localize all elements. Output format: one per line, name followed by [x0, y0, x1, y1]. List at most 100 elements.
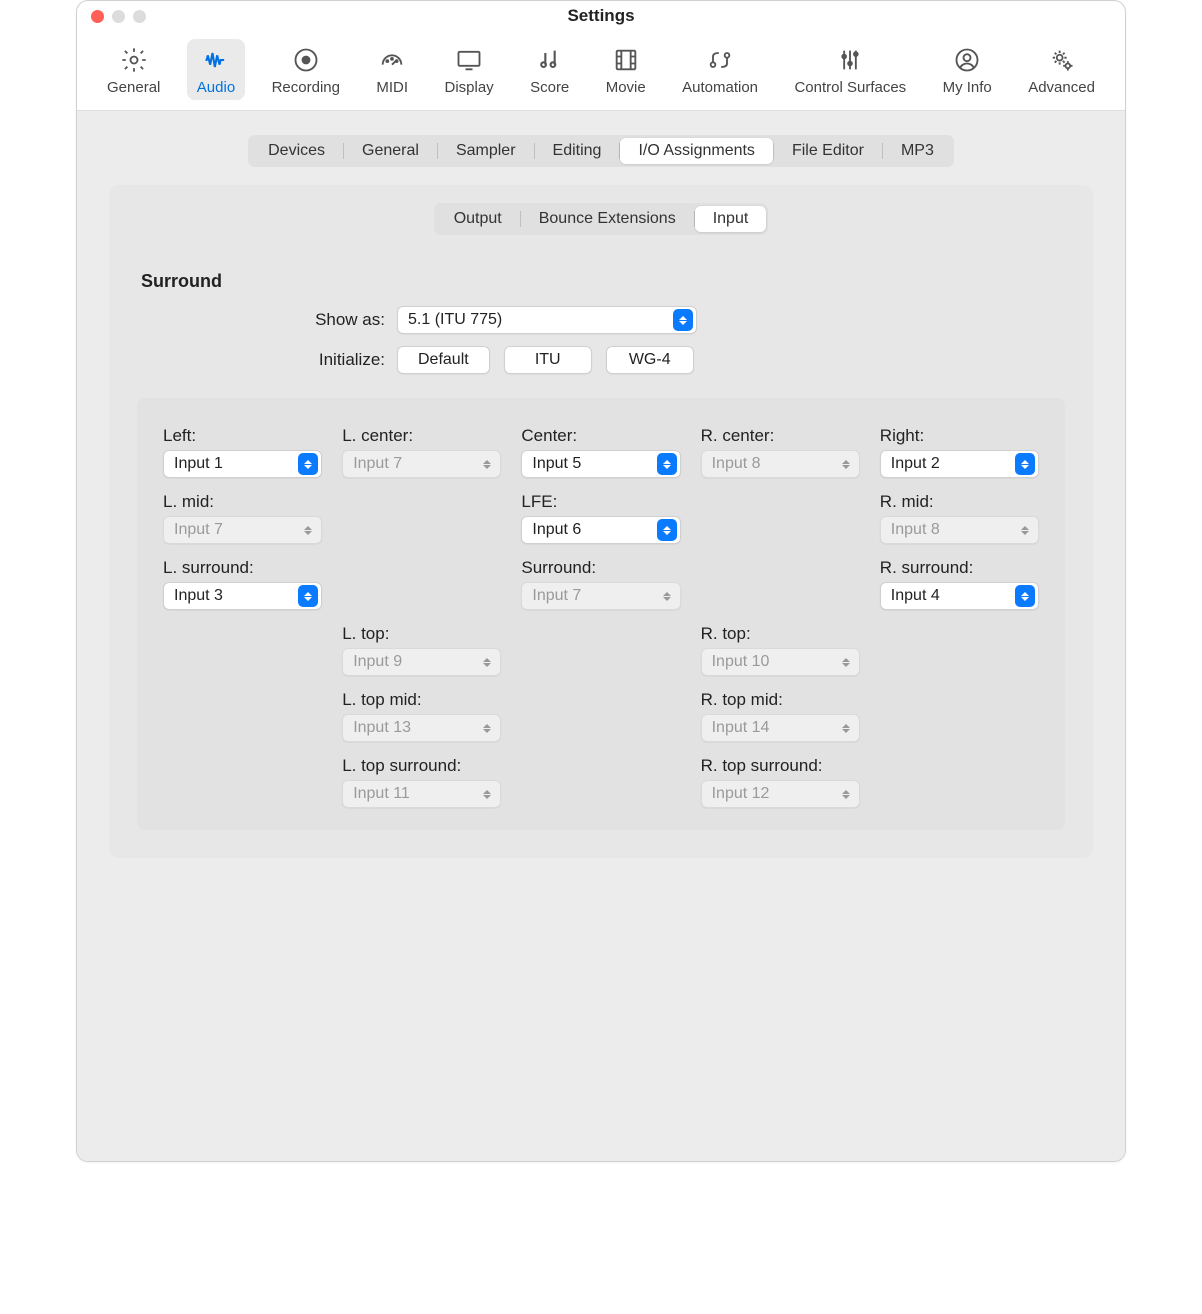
subtab-bounce-extensions[interactable]: Bounce Extensions: [521, 206, 694, 232]
channel-cell: L. top mid:Input 13: [342, 684, 501, 742]
channel-label-surround: Surround:: [521, 558, 680, 578]
tab-devices[interactable]: Devices: [250, 138, 343, 164]
channel-cell: LFE:Input 6: [521, 486, 680, 544]
channel-select-l-mid: Input 7: [163, 516, 322, 544]
titlebar: Settings: [77, 1, 1125, 31]
updown-icon: [298, 585, 318, 607]
channel-value: Input 12: [712, 785, 770, 803]
toolbar-item-label: Control Surfaces: [794, 79, 906, 96]
io-assignments-panel: OutputBounce ExtensionsInput Surround Sh…: [109, 185, 1093, 858]
updown-icon: [657, 519, 677, 541]
channel-label-r-surround: R. surround:: [880, 558, 1039, 578]
settings-window: Settings General Audio Recording MIDI Displa…: [76, 0, 1126, 1162]
channel-cell: R. top surround:Input 12: [701, 750, 860, 808]
channel-cell: R. surround: Input 4: [880, 552, 1039, 610]
toolbar-item-control-surfaces[interactable]: Control Surfaces: [784, 39, 916, 100]
channel-cell: L. top surround:Input 11: [342, 750, 501, 808]
updown-icon: [836, 651, 856, 673]
initialize-itu-button[interactable]: ITU: [504, 346, 592, 374]
toolbar-item-advanced[interactable]: Advanced: [1018, 39, 1105, 100]
automation-icon: [705, 45, 735, 75]
channel-cell: Right:Input 2: [880, 420, 1039, 478]
subtab-input[interactable]: Input: [695, 206, 767, 232]
initialize-default-button[interactable]: Default: [397, 346, 490, 374]
channel-label-r-mid: R. mid:: [880, 492, 1039, 512]
show-as-row: Show as: 5.1 (ITU 775): [137, 306, 1065, 334]
channel-select-r-mid: Input 8: [880, 516, 1039, 544]
channel-select-center[interactable]: Input 5: [521, 450, 680, 478]
updown-icon: [477, 453, 497, 475]
initialize-wg-4-button[interactable]: WG-4: [606, 346, 694, 374]
toolbar-item-label: MIDI: [376, 79, 408, 96]
toolbar-item-display[interactable]: Display: [434, 39, 503, 100]
updown-icon: [298, 519, 318, 541]
channel-cell: L. mid:Input 7: [163, 486, 322, 544]
updown-icon: [298, 453, 318, 475]
show-as-value: 5.1 (ITU 775): [408, 311, 502, 329]
recording-icon: [291, 45, 321, 75]
channel-cell: L. center: Input 7: [342, 420, 501, 478]
subtab-output[interactable]: Output: [436, 206, 520, 232]
movie-icon: [611, 45, 641, 75]
channel-select-r-top: Input 10: [701, 648, 860, 676]
channel-cell: R. top mid:Input 14: [701, 684, 860, 742]
channel-value: Input 1: [174, 455, 223, 473]
channel-select-r-surround[interactable]: Input 4: [880, 582, 1039, 610]
channel-select-l-surround[interactable]: Input 3: [163, 582, 322, 610]
channel-label-r-top: R. top:: [701, 624, 860, 644]
channel-select-l-center: Input 7: [342, 450, 501, 478]
general-icon: [119, 45, 149, 75]
toolbar-item-movie[interactable]: Movie: [596, 39, 656, 100]
channel-select-r-top-surround: Input 12: [701, 780, 860, 808]
channel-value: Input 14: [712, 719, 770, 737]
channel-value: Input 4: [891, 587, 940, 605]
channel-label-l-center: L. center:: [342, 426, 501, 446]
initialize-label: Initialize:: [137, 350, 397, 370]
channel-assignments-panel: Left:Input 1L. center:Input 7Center:Inpu…: [137, 398, 1065, 830]
tab-general[interactable]: General: [344, 138, 437, 164]
settings-body: DevicesGeneralSamplerEditingI/O Assignme…: [77, 111, 1125, 1161]
channel-value: Input 5: [532, 455, 581, 473]
channel-select-lfe[interactable]: Input 6: [521, 516, 680, 544]
toolbar-item-label: Automation: [682, 79, 758, 96]
toolbar-item-midi[interactable]: MIDI: [366, 39, 418, 100]
zoom-window-button[interactable]: [133, 10, 146, 23]
toolbar-item-label: Movie: [606, 79, 646, 96]
midi-icon: [377, 45, 407, 75]
updown-icon: [477, 783, 497, 805]
channel-select-l-top-mid: Input 13: [342, 714, 501, 742]
channel-cell: R. top: Input 10: [701, 618, 860, 676]
channel-select-right[interactable]: Input 2: [880, 450, 1039, 478]
tab-sampler[interactable]: Sampler: [438, 138, 534, 164]
channel-cell: L. surround:Input 3: [163, 552, 322, 610]
toolbar-item-my-info[interactable]: My Info: [933, 39, 1002, 100]
toolbar-item-label: My Info: [943, 79, 992, 96]
updown-icon: [1015, 585, 1035, 607]
score-icon: [535, 45, 565, 75]
section-title-surround: Surround: [141, 271, 1065, 292]
display-icon: [454, 45, 484, 75]
toolbar-item-automation[interactable]: Automation: [672, 39, 768, 100]
advanced-icon: [1047, 45, 1077, 75]
toolbar: General Audio Recording MIDI Display Score Mov…: [77, 31, 1125, 111]
close-window-button[interactable]: [91, 10, 104, 23]
tab-file-editor[interactable]: File Editor: [774, 138, 882, 164]
toolbar-item-general[interactable]: General: [97, 39, 170, 100]
tab-editing[interactable]: Editing: [535, 138, 620, 164]
tab-i-o-assignments[interactable]: I/O Assignments: [620, 138, 773, 164]
toolbar-item-label: Audio: [197, 79, 235, 96]
channel-value: Input 9: [353, 653, 402, 671]
toolbar-item-recording[interactable]: Recording: [262, 39, 350, 100]
show-as-label: Show as:: [137, 310, 397, 330]
traffic-lights: [91, 10, 146, 23]
minimize-window-button[interactable]: [112, 10, 125, 23]
updown-icon: [477, 717, 497, 739]
channel-select-left[interactable]: Input 1: [163, 450, 322, 478]
toolbar-item-score[interactable]: Score: [520, 39, 579, 100]
channel-value: Input 7: [174, 521, 223, 539]
updown-icon: [657, 585, 677, 607]
channel-label-r-center: R. center:: [701, 426, 860, 446]
toolbar-item-audio[interactable]: Audio: [187, 39, 245, 100]
tab-mp3[interactable]: MP3: [883, 138, 952, 164]
show-as-select[interactable]: 5.1 (ITU 775): [397, 306, 697, 334]
